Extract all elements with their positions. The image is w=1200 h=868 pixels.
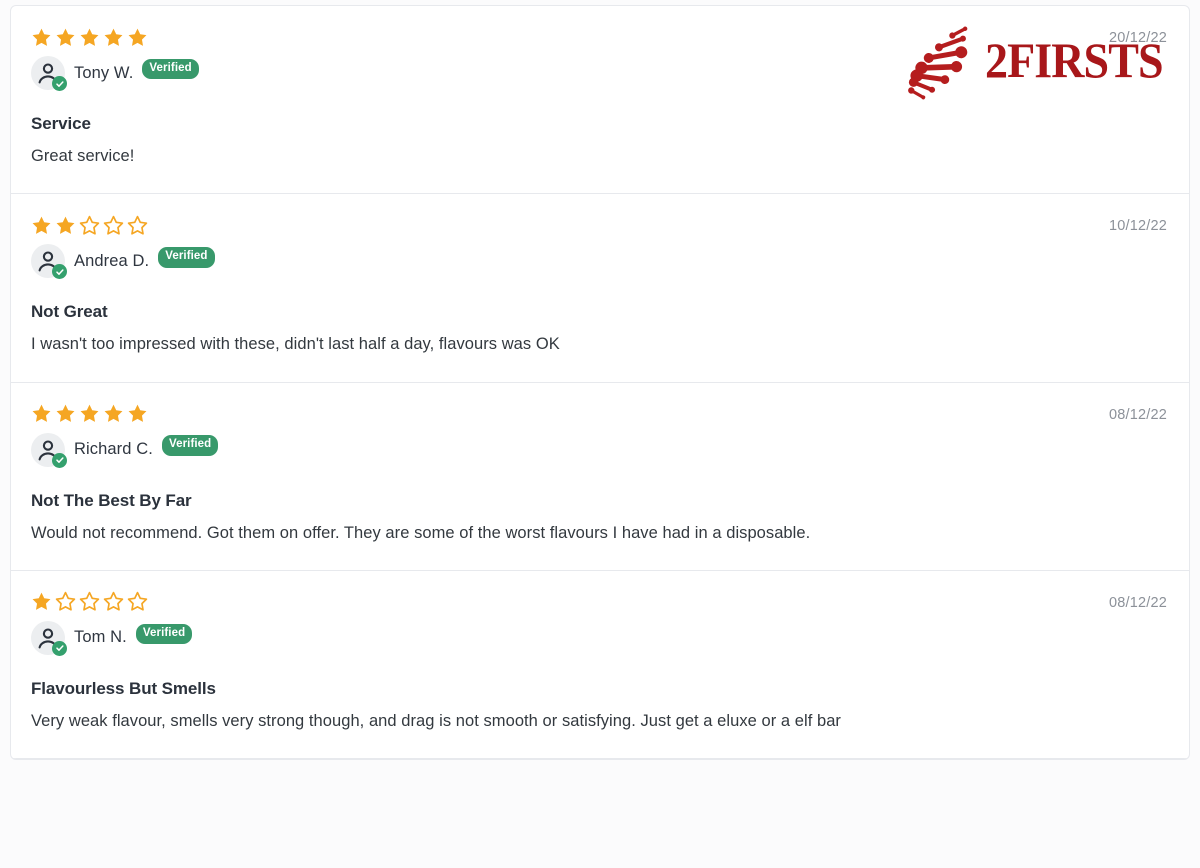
review-body: Would not recommend. Got them on offer. … (31, 523, 811, 542)
star-filled-icon (56, 404, 75, 422)
check-icon (55, 457, 64, 463)
avatar (31, 432, 67, 468)
star-empty-icon (103, 592, 124, 611)
reviewer-name: Andrea D. (74, 251, 150, 270)
review-item: Tom N. Verified Flavourless But Smells Very… (11, 571, 1189, 760)
review-date: 08/12/22 (1108, 406, 1167, 423)
reviewer-name: Tony W. (74, 63, 134, 82)
check-icon (55, 645, 64, 652)
check-icon (55, 80, 64, 87)
review-title: Service (31, 114, 91, 133)
star-filled-icon (80, 28, 99, 46)
reviewer-name: Tom N. (74, 628, 127, 647)
review-title: Flavourless But Smells (31, 678, 216, 698)
avatar (31, 620, 67, 656)
brand-wordmark: 2FIRSTS (984, 32, 1164, 88)
avatar (31, 244, 67, 280)
star-filled-icon (128, 28, 147, 46)
star-empty-icon (103, 215, 124, 235)
verified-badge: Verified (158, 247, 215, 268)
review-title: Not Great (31, 302, 108, 322)
reviewer-row: Tom N. Verified (31, 619, 1169, 657)
star-filled-icon (56, 216, 75, 234)
star-empty-icon (79, 215, 100, 235)
verified-badge: Verified (142, 58, 199, 80)
review-item: Richard C. Verified Not The Best By Far Wou… (11, 383, 1189, 571)
review-body: Very weak flavour, smells very strong th… (31, 711, 841, 730)
star-empty-icon (55, 592, 76, 611)
star-empty-icon (79, 592, 100, 611)
review-date: 10/12/22 (1108, 218, 1167, 235)
star-rating (31, 591, 1169, 613)
reviews-page: Tony W. Verified Service Great service! 20/1… (0, 0, 1200, 868)
dna-helix-mark-icon (908, 26, 968, 100)
reviewer-row: Andrea D. Verified (31, 242, 1169, 280)
check-icon (55, 269, 64, 275)
verified-check-badge (52, 76, 67, 91)
review-date: 08/12/22 (1108, 594, 1167, 611)
star-filled-icon (80, 404, 99, 422)
star-rating (31, 214, 1169, 236)
star-empty-icon (127, 215, 148, 235)
star-filled-icon (32, 216, 51, 234)
star-filled-icon (32, 404, 51, 422)
verified-badge: Verified (161, 435, 219, 456)
reviews-card: Tony W. Verified Service Great service! 20/1… (10, 5, 1190, 761)
verified-check-badge (52, 640, 67, 656)
star-filled-icon (32, 592, 51, 611)
brand-logo: 2FIRSTS (905, 18, 1178, 102)
star-rating (31, 403, 1169, 425)
review-title: Not The Best By Far (31, 490, 192, 510)
avatar (31, 56, 67, 91)
reviewer-name: Richard C. (74, 440, 153, 459)
star-filled-icon (104, 28, 123, 46)
reviewer-row: Richard C. Verified (31, 431, 1169, 469)
star-filled-icon (104, 404, 123, 422)
star-filled-icon (56, 28, 75, 46)
review-body: I wasn't too impressed with these, didn'… (31, 335, 560, 354)
verified-check-badge (52, 452, 67, 468)
review-item: Andrea D. Verified Not Great I wasn't too i… (11, 194, 1189, 383)
verified-badge: Verified (135, 623, 193, 645)
star-filled-icon (128, 404, 147, 422)
review-body: Great service! (31, 147, 135, 165)
star-filled-icon (32, 28, 51, 46)
star-empty-icon (127, 592, 148, 611)
